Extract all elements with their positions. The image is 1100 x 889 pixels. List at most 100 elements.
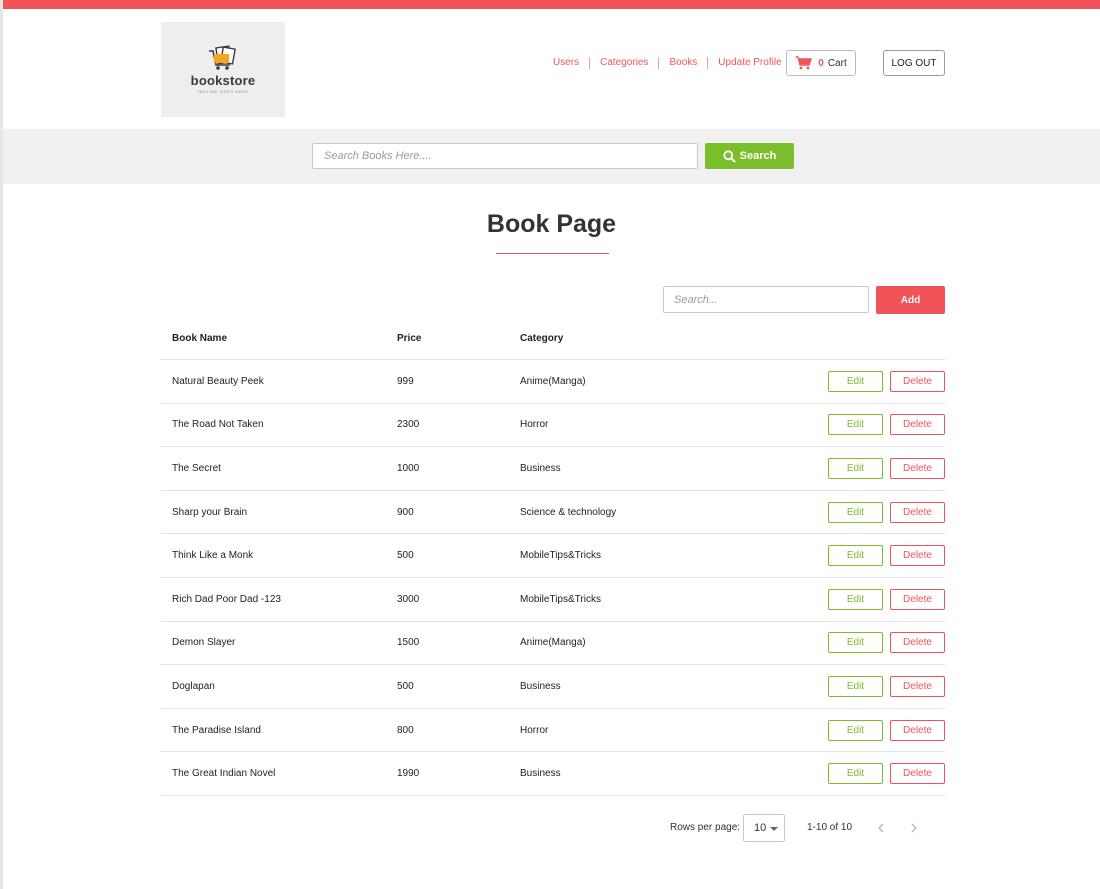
- pagination-range: 1-10 of 10: [807, 822, 853, 833]
- price-cell: 1000: [397, 462, 420, 474]
- book-name-cell: Sharp your Brain: [172, 506, 248, 518]
- delete-button[interactable]: Delete: [890, 675, 945, 697]
- table-row: The Great Indian Novel 1990 Business Edit De…: [161, 752, 945, 796]
- logo-tagline: TAGLINE GOES HERE: [197, 89, 249, 94]
- edit-button[interactable]: Edit: [828, 719, 883, 741]
- rows-per-page-value: 10: [754, 822, 767, 834]
- nav-update-profile[interactable]: Update Profile: [708, 57, 791, 69]
- row-actions: Edit Delete: [828, 414, 945, 436]
- nav-users[interactable]: Users: [543, 57, 591, 69]
- book-name-cell: Demon Slayer: [172, 637, 236, 649]
- category-cell: Science & technology: [520, 506, 617, 518]
- book-name-cell: The Great Indian Novel: [172, 768, 276, 780]
- table-row: Sharp your Brain 900 Science & technology E…: [161, 491, 945, 535]
- category-cell: Business: [520, 768, 561, 780]
- header-price: Price: [397, 332, 422, 344]
- book-search-input[interactable]: [312, 143, 698, 169]
- delete-button[interactable]: Delete: [890, 545, 945, 567]
- delete-button[interactable]: Delete: [890, 588, 945, 610]
- delete-button[interactable]: Delete: [890, 719, 945, 741]
- book-name-cell: Natural Beauty Peek: [172, 375, 264, 387]
- price-cell: 999: [397, 375, 414, 387]
- nav-categories[interactable]: Categories: [590, 57, 660, 69]
- book-name-cell: Think Like a Monk: [172, 550, 254, 562]
- price-cell: 900: [397, 506, 414, 518]
- category-cell: MobileTips&Tricks: [520, 593, 601, 605]
- row-actions: Edit Delete: [828, 719, 945, 741]
- row-actions: Edit Delete: [828, 632, 945, 654]
- delete-button[interactable]: Delete: [890, 501, 945, 523]
- cart-button[interactable]: 0 Cart: [786, 50, 856, 76]
- edit-button[interactable]: Edit: [828, 632, 883, 654]
- category-cell: Anime(Manga): [520, 637, 586, 649]
- price-cell: 500: [397, 550, 414, 562]
- row-actions: Edit Delete: [828, 370, 945, 392]
- header-book-name: Book Name: [172, 332, 228, 344]
- edit-button[interactable]: Edit: [828, 763, 883, 785]
- edit-button[interactable]: Edit: [828, 588, 883, 610]
- title-underline: [496, 253, 609, 254]
- logo-text: bookstore: [190, 73, 256, 88]
- price-cell: 500: [397, 680, 414, 692]
- edit-button[interactable]: Edit: [828, 457, 883, 479]
- chevron-right-icon: [911, 823, 917, 833]
- table-row: The Secret 1000 Business Edit Delete: [161, 447, 945, 491]
- logout-button[interactable]: LOG OUT: [883, 50, 945, 76]
- edit-button[interactable]: Edit: [828, 414, 883, 436]
- row-actions: Edit Delete: [828, 501, 945, 523]
- search-icon: [723, 149, 736, 163]
- shopping-cart-icon: [795, 56, 813, 70]
- edit-button[interactable]: Edit: [828, 501, 883, 523]
- table-row: Rich Dad Poor Dad -123 3000 MobileTips&Tri…: [161, 578, 945, 622]
- top-accent-bar: [3, 0, 1100, 9]
- price-cell: 1500: [397, 637, 420, 649]
- site-header: bookstore TAGLINE GOES HERE Users Catego…: [3, 9, 1100, 129]
- row-actions: Edit Delete: [828, 457, 945, 479]
- search-bar: Search: [3, 129, 1100, 184]
- header-category: Category: [520, 332, 564, 344]
- rows-per-page-select[interactable]: 10: [743, 814, 785, 842]
- delete-button[interactable]: Delete: [890, 632, 945, 654]
- category-cell: MobileTips&Tricks: [520, 550, 601, 562]
- caret-down-icon: [770, 827, 778, 831]
- book-name-cell: Doglapan: [172, 680, 215, 692]
- chevron-left-icon: [878, 823, 884, 833]
- price-cell: 2300: [397, 419, 420, 431]
- page-title: Book Page: [486, 210, 617, 238]
- book-name-cell: The Road Not Taken: [172, 419, 264, 431]
- table-row: Natural Beauty Peek 999 Anime(Manga) Edit De…: [161, 360, 945, 404]
- previous-page-button[interactable]: [871, 818, 891, 838]
- delete-button[interactable]: Delete: [890, 370, 945, 392]
- table-search-input[interactable]: [663, 286, 869, 313]
- edit-button[interactable]: Edit: [828, 370, 883, 392]
- category-cell: Horror: [520, 724, 549, 736]
- table-row: Doglapan 500 Business Edit Delete: [161, 665, 945, 709]
- next-page-button[interactable]: [904, 818, 924, 838]
- edit-button[interactable]: Edit: [828, 545, 883, 567]
- books-table: Book Name Price Category Natural Beauty …: [161, 317, 945, 796]
- nav-books[interactable]: Books: [659, 57, 709, 69]
- search-button[interactable]: Search: [705, 143, 794, 169]
- table-row: Demon Slayer 1500 Anime(Manga) Edit Delete: [161, 622, 945, 666]
- delete-button[interactable]: Delete: [890, 414, 945, 436]
- pagination: Rows per page: 10 1-10 of 10: [3, 814, 1100, 842]
- table-header: Book Name Price Category: [161, 317, 945, 360]
- rows-per-page-label: Rows per page:: [670, 822, 741, 833]
- row-actions: Edit Delete: [828, 675, 945, 697]
- delete-button[interactable]: Delete: [890, 457, 945, 479]
- row-actions: Edit Delete: [828, 545, 945, 567]
- logo[interactable]: bookstore TAGLINE GOES HERE: [161, 22, 285, 117]
- cart-count: 0: [818, 57, 824, 69]
- category-cell: Business: [520, 462, 561, 474]
- price-cell: 3000: [397, 593, 420, 605]
- table-row: The Road Not Taken 2300 Horror Edit Delete: [161, 404, 945, 448]
- cart-label: Cart: [827, 57, 847, 69]
- row-actions: Edit Delete: [828, 763, 945, 785]
- add-book-button[interactable]: Add: [876, 286, 945, 314]
- delete-button[interactable]: Delete: [890, 763, 945, 785]
- book-name-cell: Rich Dad Poor Dad -123: [172, 593, 281, 605]
- book-name-cell: The Secret: [172, 462, 221, 474]
- price-cell: 1990: [397, 768, 420, 780]
- category-cell: Anime(Manga): [520, 375, 586, 387]
- edit-button[interactable]: Edit: [828, 675, 883, 697]
